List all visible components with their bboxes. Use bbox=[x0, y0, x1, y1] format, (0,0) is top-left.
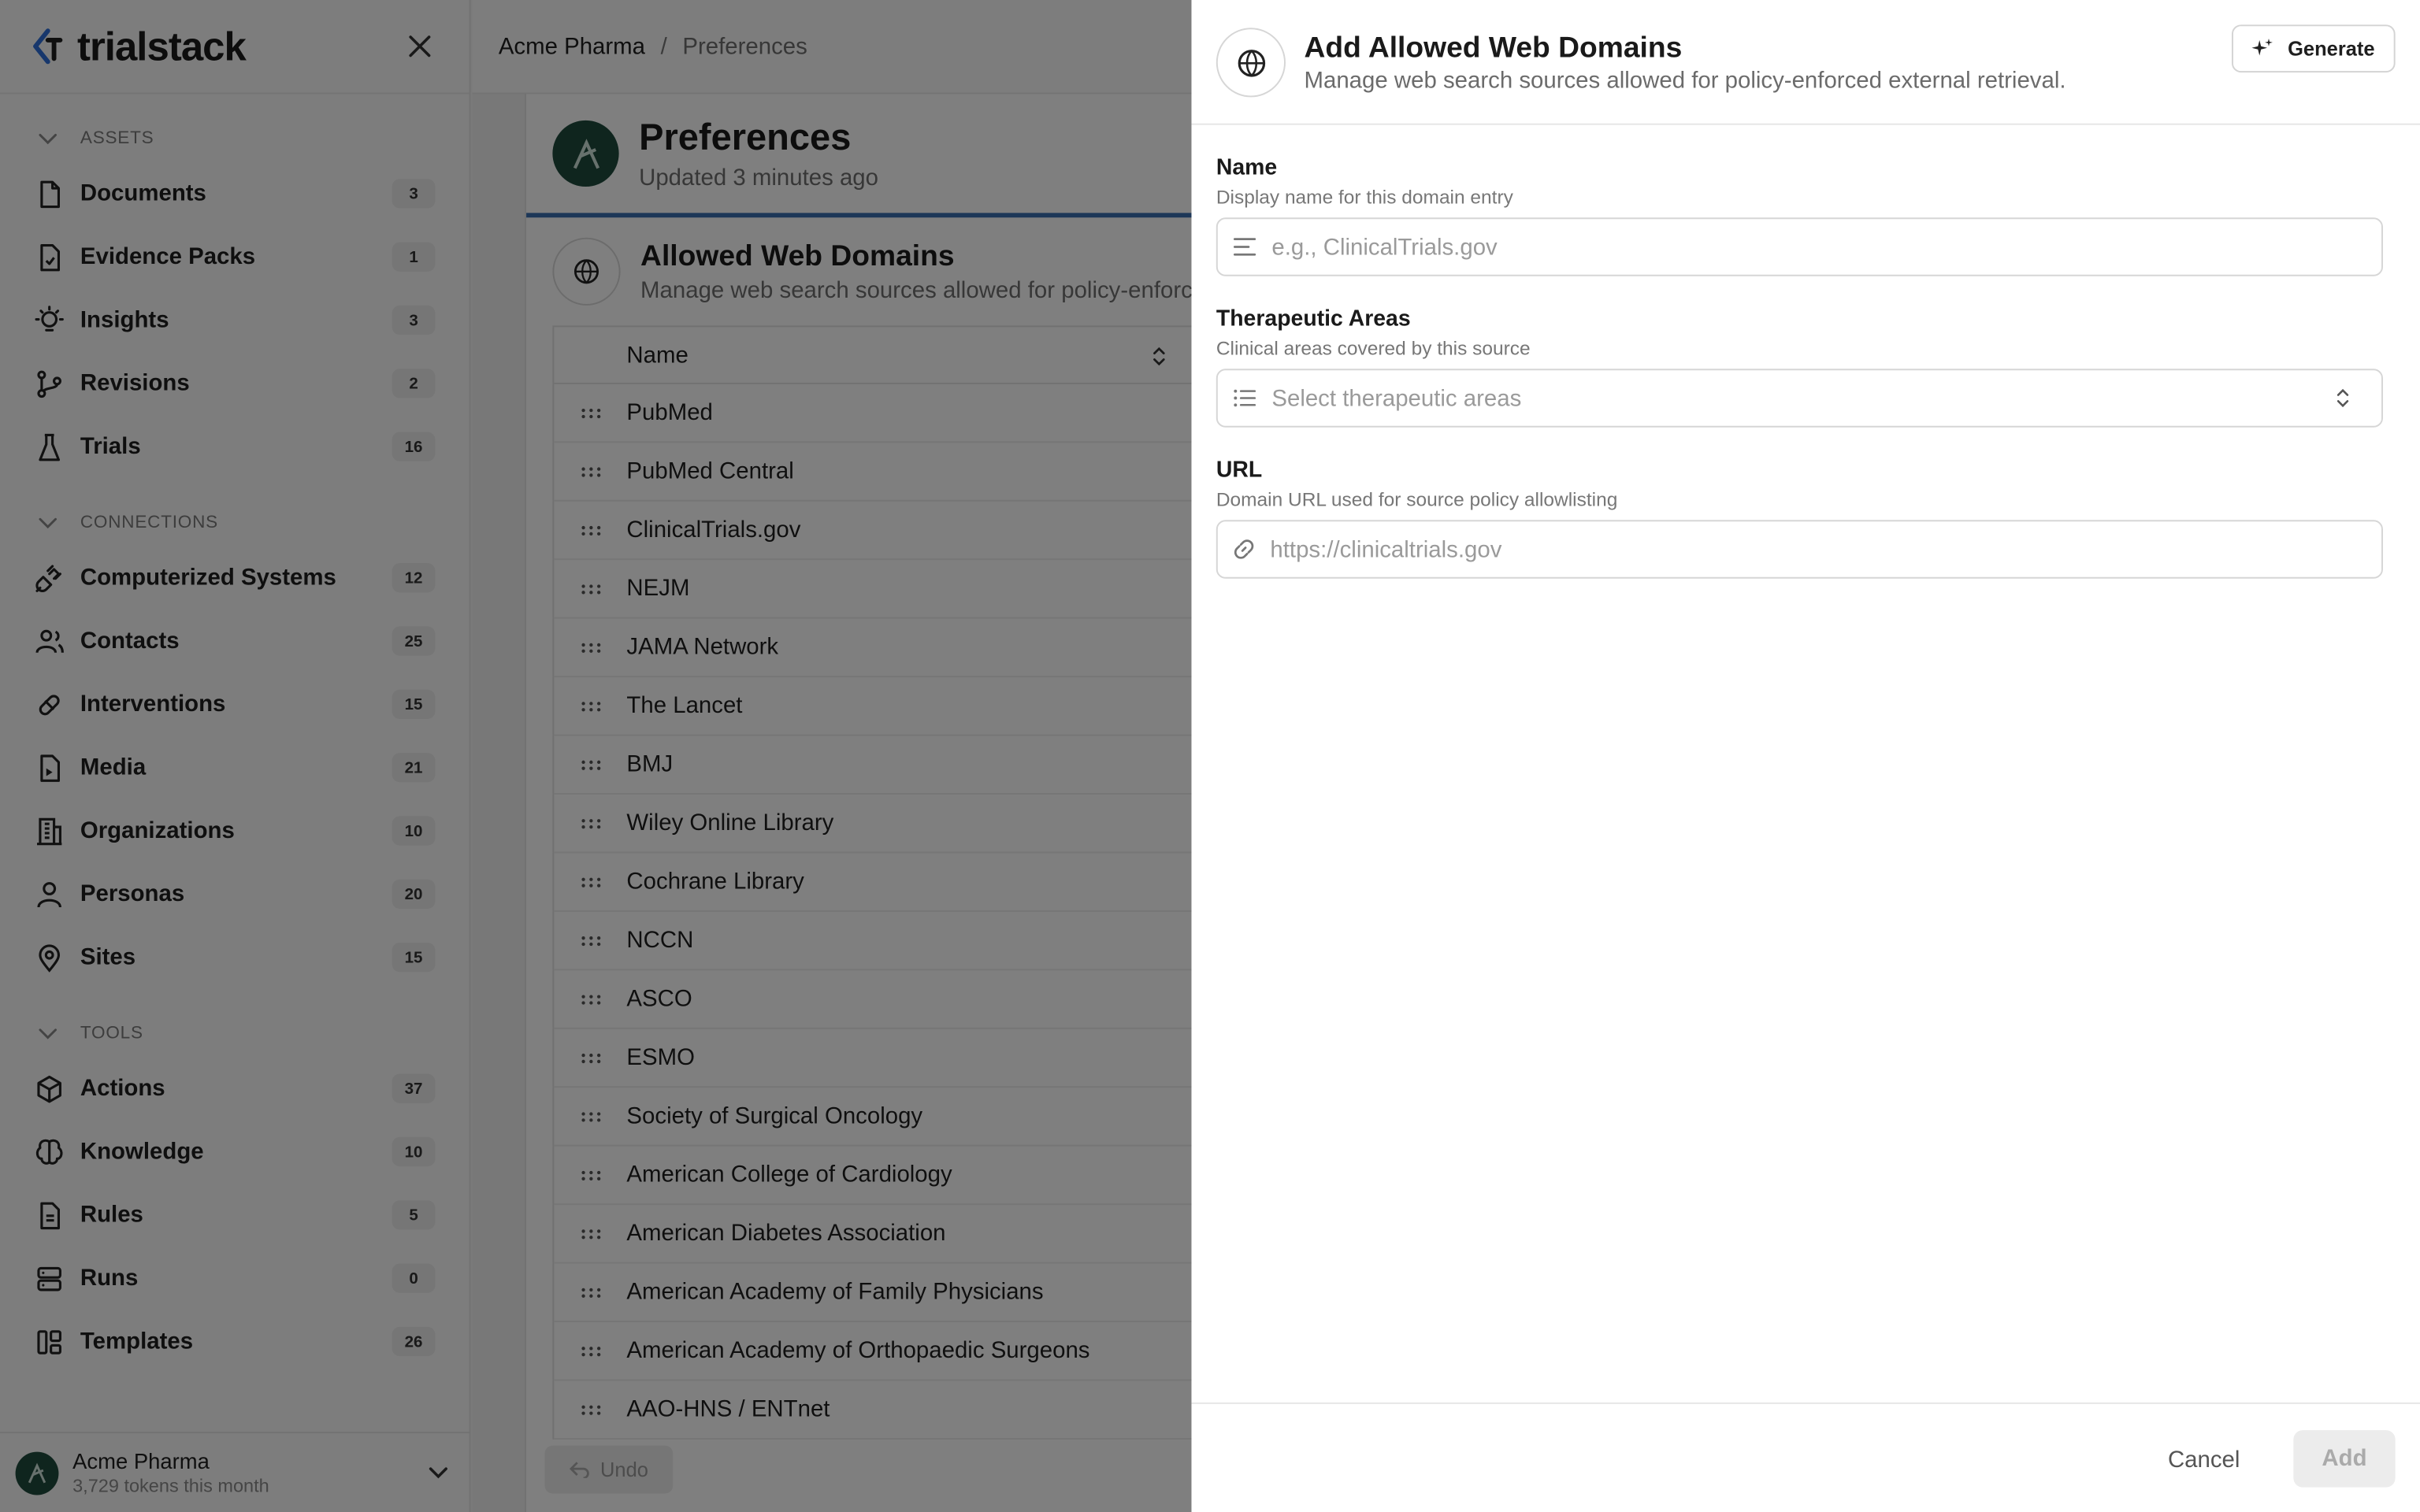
name-field: Name Display name for this domain entry bbox=[1216, 156, 2383, 276]
add-domain-drawer: Add Allowed Web Domains Manage web searc… bbox=[1191, 0, 2420, 1512]
url-help: Domain URL used for source policy allowl… bbox=[1216, 489, 1618, 511]
url-input[interactable] bbox=[1270, 536, 2320, 563]
drawer-title: Add Allowed Web Domains bbox=[1304, 32, 1683, 65]
drawer-header: Add Allowed Web Domains Manage web searc… bbox=[1191, 0, 2420, 125]
therapeutic-areas-select[interactable]: Select therapeutic areas bbox=[1216, 369, 2383, 428]
chevron-up-down-icon bbox=[2336, 388, 2349, 408]
cancel-button[interactable]: Cancel bbox=[2150, 1432, 2258, 1488]
therapeutic-areas-label: Therapeutic Areas bbox=[1216, 306, 1411, 332]
url-field: URL Domain URL used for source policy al… bbox=[1216, 458, 2383, 579]
list-icon bbox=[1234, 389, 1256, 407]
therapeutic-areas-placeholder: Select therapeutic areas bbox=[1271, 384, 1522, 412]
sparkle-icon bbox=[2252, 38, 2273, 55]
drawer-subtitle: Manage web search sources allowed for po… bbox=[1304, 68, 2066, 94]
therapeutic-areas-help: Clinical areas covered by this source bbox=[1216, 338, 1531, 360]
modal-overlay[interactable] bbox=[0, 0, 1192, 1512]
generate-label: Generate bbox=[2288, 37, 2375, 61]
drawer-footer: Cancel Add bbox=[1191, 1402, 2420, 1512]
link-icon bbox=[1234, 539, 1254, 559]
name-input-wrapper bbox=[1216, 217, 2383, 276]
name-input[interactable] bbox=[1271, 233, 2322, 261]
globe-icon bbox=[1216, 28, 1286, 98]
generate-button[interactable]: Generate bbox=[2231, 24, 2396, 73]
name-label: Name bbox=[1216, 155, 1278, 181]
add-button[interactable]: Add bbox=[2293, 1430, 2396, 1488]
therapeutic-areas-field: Therapeutic Areas Clinical areas covered… bbox=[1216, 307, 2383, 428]
name-help: Display name for this domain entry bbox=[1216, 187, 1513, 209]
url-input-wrapper bbox=[1216, 520, 2383, 579]
url-label: URL bbox=[1216, 458, 1263, 484]
text-align-icon bbox=[1233, 238, 1256, 256]
